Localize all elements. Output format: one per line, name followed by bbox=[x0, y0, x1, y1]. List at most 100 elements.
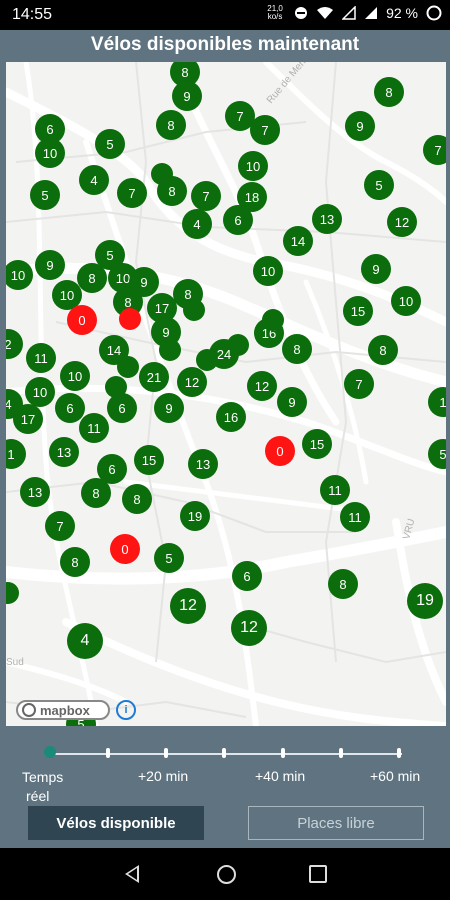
home-icon[interactable] bbox=[217, 865, 236, 884]
station-marker[interactable]: 12 bbox=[247, 371, 277, 401]
station-marker[interactable]: 4 bbox=[67, 623, 103, 659]
station-marker-empty[interactable]: 0 bbox=[265, 436, 295, 466]
station-count: 1 bbox=[439, 394, 446, 410]
station-marker[interactable]: 11 bbox=[320, 475, 350, 505]
free-places-button[interactable]: Places libre bbox=[248, 806, 424, 840]
station-marker[interactable]: 11 bbox=[79, 413, 109, 443]
station-marker-small[interactable] bbox=[117, 356, 139, 378]
station-count: 8 bbox=[168, 183, 176, 199]
station-marker[interactable]: 15 bbox=[134, 445, 164, 475]
station-marker[interactable]: 13 bbox=[20, 477, 50, 507]
station-count: 0 bbox=[121, 541, 129, 557]
station-marker[interactable]: 9 bbox=[172, 81, 202, 111]
station-marker[interactable]: 13 bbox=[312, 204, 342, 234]
station-marker[interactable]: 6 bbox=[55, 393, 85, 423]
station-marker[interactable]: 14 bbox=[283, 226, 313, 256]
station-marker[interactable]: 7 bbox=[117, 178, 147, 208]
status-bar: 14:55 21,0 ko/s 92 % bbox=[0, 0, 450, 30]
station-count: 11 bbox=[348, 509, 362, 525]
station-marker[interactable]: 8 bbox=[77, 263, 107, 293]
station-marker[interactable]: 8 bbox=[157, 176, 187, 206]
station-marker[interactable]: 19 bbox=[180, 501, 210, 531]
slider-label-60: +60 min bbox=[370, 768, 421, 784]
station-marker[interactable]: 5 bbox=[95, 129, 125, 159]
station-count: 21 bbox=[146, 369, 162, 385]
station-marker[interactable]: 6 bbox=[232, 561, 262, 591]
station-marker[interactable]: 10 bbox=[391, 286, 421, 316]
station-marker-empty[interactable]: 0 bbox=[110, 534, 140, 564]
station-marker[interactable]: 7 bbox=[45, 511, 75, 541]
navigation-bar bbox=[0, 848, 450, 900]
station-marker[interactable]: 4 bbox=[182, 209, 212, 239]
data-speed-unit: ko/s bbox=[267, 12, 283, 21]
station-marker[interactable]: 12 bbox=[170, 588, 206, 624]
station-marker[interactable]: 6 bbox=[107, 393, 137, 423]
station-marker[interactable]: 12 bbox=[231, 610, 267, 646]
station-marker[interactable]: 5 bbox=[364, 170, 394, 200]
station-marker[interactable]: 15 bbox=[343, 296, 373, 326]
station-count: 15 bbox=[141, 452, 157, 468]
station-count: 13 bbox=[27, 484, 43, 500]
station-marker[interactable]: 8 bbox=[368, 335, 398, 365]
station-marker[interactable]: 5 bbox=[30, 180, 60, 210]
station-marker[interactable]: 8 bbox=[282, 334, 312, 364]
station-marker[interactable]: 15 bbox=[302, 429, 332, 459]
station-marker[interactable]: 10 bbox=[25, 377, 55, 407]
station-marker[interactable]: 4 bbox=[79, 165, 109, 195]
station-marker-small[interactable] bbox=[196, 349, 218, 371]
station-marker[interactable]: 9 bbox=[277, 387, 307, 417]
station-marker[interactable]: 7 bbox=[191, 181, 221, 211]
station-marker[interactable]: 9 bbox=[361, 254, 391, 284]
station-marker[interactable]: 8 bbox=[328, 569, 358, 599]
station-marker-small[interactable] bbox=[159, 339, 181, 361]
station-count: 7 bbox=[355, 376, 363, 392]
station-marker[interactable]: 6 bbox=[223, 205, 253, 235]
station-marker[interactable]: 16 bbox=[216, 402, 246, 432]
station-count: 5 bbox=[375, 177, 383, 193]
station-count: 11 bbox=[87, 420, 101, 436]
station-marker[interactable]: 21 bbox=[139, 362, 169, 392]
station-marker-small[interactable] bbox=[183, 299, 205, 321]
map-view[interactable]: Rue de Menin VRU Sud 8 9 7 7 8 9 6 10 5 … bbox=[6, 62, 446, 726]
station-count: 9 bbox=[46, 257, 54, 273]
recent-apps-icon[interactable] bbox=[309, 865, 327, 883]
station-marker[interactable]: 10 bbox=[35, 138, 65, 168]
station-marker-small[interactable] bbox=[262, 309, 284, 331]
station-marker[interactable]: 11 bbox=[26, 343, 56, 373]
station-marker[interactable]: 11 bbox=[340, 502, 370, 532]
station-marker[interactable]: 8 bbox=[156, 110, 186, 140]
station-marker[interactable]: 9 bbox=[154, 393, 184, 423]
station-marker[interactable]: 13 bbox=[49, 437, 79, 467]
mapbox-logo[interactable]: mapbox bbox=[16, 700, 110, 720]
station-marker[interactable]: 7 bbox=[423, 135, 446, 165]
station-marker[interactable]: 10 bbox=[238, 151, 268, 181]
station-marker[interactable]: 10 bbox=[60, 361, 90, 391]
station-marker[interactable]: 12 bbox=[177, 367, 207, 397]
station-count: 0 bbox=[78, 312, 86, 328]
time-slider-thumb[interactable] bbox=[44, 746, 56, 758]
status-icons: 21,0 ko/s 92 % bbox=[264, 5, 442, 21]
station-marker[interactable]: 8 bbox=[81, 478, 111, 508]
station-count: 6 bbox=[243, 568, 251, 584]
station-marker[interactable]: 19 bbox=[407, 583, 443, 619]
station-count: 4 bbox=[193, 216, 201, 232]
station-marker[interactable]: 8 bbox=[374, 77, 404, 107]
station-marker[interactable]: 7 bbox=[344, 369, 374, 399]
station-marker[interactable]: 8 bbox=[122, 484, 152, 514]
station-marker[interactable]: 9 bbox=[345, 111, 375, 141]
station-count: 5 bbox=[106, 136, 114, 152]
station-marker[interactable]: 9 bbox=[35, 250, 65, 280]
station-marker[interactable]: 10 bbox=[253, 256, 283, 286]
station-marker[interactable]: 7 bbox=[250, 115, 280, 145]
info-icon[interactable]: i bbox=[116, 700, 136, 720]
map-attribution[interactable]: mapbox i bbox=[16, 700, 136, 720]
station-marker-empty-small[interactable] bbox=[119, 308, 141, 330]
station-marker[interactable]: 13 bbox=[188, 449, 218, 479]
station-marker[interactable]: 17 bbox=[13, 404, 43, 434]
station-marker[interactable]: 12 bbox=[387, 207, 417, 237]
station-count: 9 bbox=[288, 394, 296, 410]
station-marker-empty[interactable]: 0 bbox=[67, 305, 97, 335]
station-marker[interactable]: 8 bbox=[60, 547, 90, 577]
station-marker[interactable]: 5 bbox=[154, 543, 184, 573]
bikes-available-button[interactable]: Vélos disponible bbox=[28, 806, 204, 840]
